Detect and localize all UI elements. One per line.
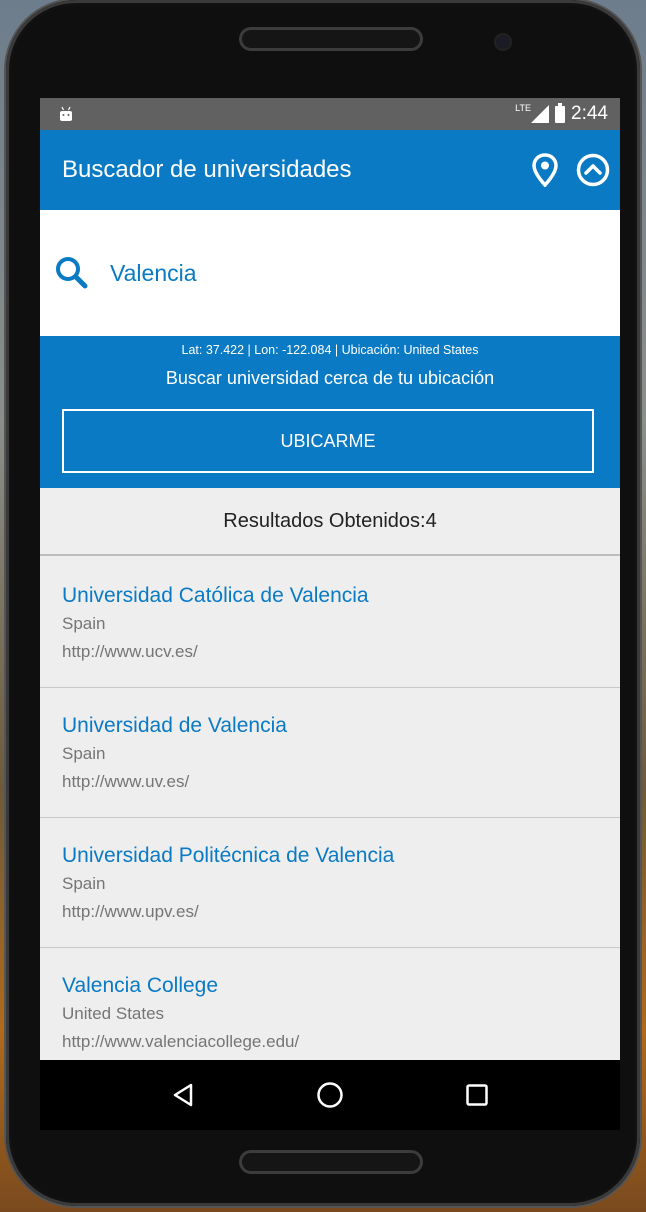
chevron-up-circle-icon xyxy=(576,153,610,187)
university-country: Spain xyxy=(62,874,106,893)
front-camera xyxy=(496,35,510,49)
university-url: http://www.valenciacollege.edu/ xyxy=(62,1032,300,1051)
university-country: Spain xyxy=(62,614,106,633)
status-bar: LTE 2:44 xyxy=(40,98,620,130)
list-item[interactable]: Universidad de Valencia Spain http://www… xyxy=(40,688,620,818)
collapse-button[interactable] xyxy=(576,152,610,188)
location-pin-icon xyxy=(532,153,558,187)
university-url: http://www.ucv.es/ xyxy=(62,642,198,661)
app-title: Buscador de universidades xyxy=(62,156,352,183)
university-name: Universidad Politécnica de Valencia xyxy=(62,844,395,867)
list-item[interactable]: Universidad Politécnica de Valencia Spai… xyxy=(40,818,620,948)
university-country: United States xyxy=(62,1004,165,1023)
university-url: http://www.upv.es/ xyxy=(62,902,199,921)
app-bar: Buscador de universidades xyxy=(40,130,620,210)
home-circle-icon xyxy=(317,1082,343,1108)
university-name: Valencia College xyxy=(62,974,219,997)
coordinates-text: Lat: 37.422 | Lon: -122.084 | Ubicación:… xyxy=(181,343,479,357)
back-button[interactable] xyxy=(163,1075,203,1115)
recents-button[interactable] xyxy=(457,1075,497,1115)
battery-icon xyxy=(555,102,566,123)
results-count: Resultados Obtenidos:4 xyxy=(40,488,620,556)
locate-me-button[interactable]: UBICARME xyxy=(62,409,594,473)
signal-icon xyxy=(531,105,550,123)
list-item[interactable]: Universidad Católica de Valencia Spain h… xyxy=(40,558,620,688)
network-type: LTE xyxy=(515,103,532,113)
recents-square-icon xyxy=(465,1084,488,1106)
location-subtitle: Buscar universidad cerca de tu ubicación xyxy=(165,368,495,388)
home-button[interactable] xyxy=(310,1075,350,1115)
university-country: Spain xyxy=(62,744,106,763)
phone-frame: LTE 2:44 Buscador de universidades Valen… xyxy=(6,0,640,1206)
search-icon xyxy=(56,257,88,289)
university-name: Universidad de Valencia xyxy=(62,714,287,737)
location-panel: Lat: 37.422 | Lon: -122.084 | Ubicación:… xyxy=(40,336,620,488)
top-speaker xyxy=(239,27,423,51)
navigation-bar xyxy=(40,1060,620,1130)
screen: LTE 2:44 Buscador de universidades Valen… xyxy=(40,98,620,1130)
university-url: http://www.uv.es/ xyxy=(62,772,190,791)
results-list: Universidad Católica de Valencia Spain h… xyxy=(40,558,620,1078)
search-input[interactable] xyxy=(108,258,532,288)
android-notification-icon xyxy=(60,106,72,121)
search-bar xyxy=(40,210,620,336)
university-name: Universidad Católica de Valencia xyxy=(62,584,369,607)
bottom-speaker xyxy=(239,1150,423,1174)
location-button[interactable] xyxy=(528,152,562,188)
back-triangle-icon xyxy=(174,1083,193,1107)
list-item[interactable]: Valencia College United States http://ww… xyxy=(40,948,620,1078)
clock: 2:44 xyxy=(571,103,608,124)
